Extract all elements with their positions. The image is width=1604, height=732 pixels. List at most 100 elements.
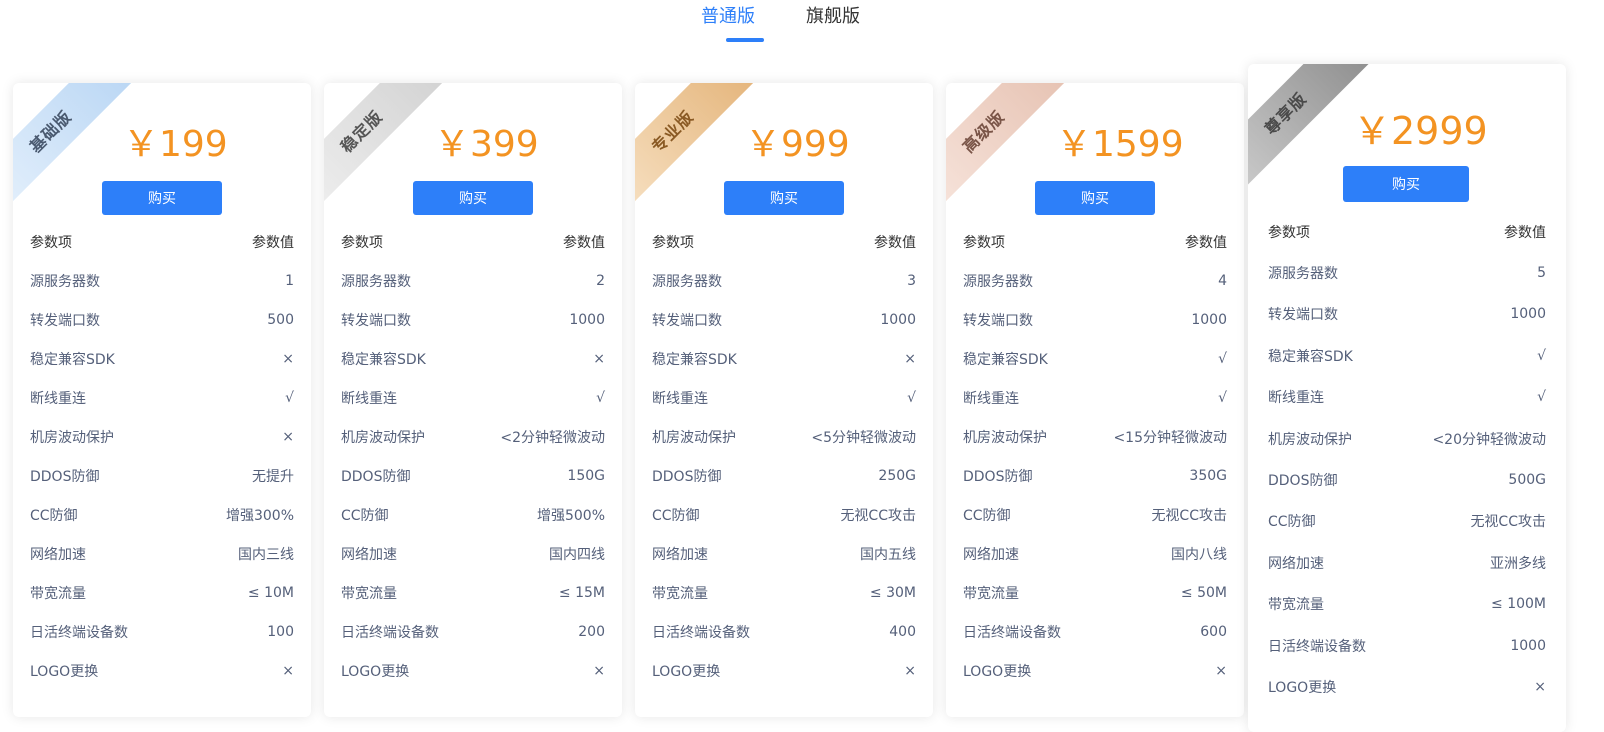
spec-row: 转发端口数 1000	[652, 300, 916, 339]
spec-row: 断线重连 √	[1268, 377, 1546, 418]
spec-table: 参数项 参数值 源服务器数 3 转发端口数 1000 稳定兼容SDK × 断线重连 √ …	[652, 222, 916, 690]
spec-row: 源服务器数 1	[30, 261, 294, 300]
spec-value: 1000	[1510, 306, 1546, 323]
spec-value: 400	[889, 623, 916, 640]
spec-row: 日活终端设备数 100	[30, 612, 294, 651]
spec-key: 日活终端设备数	[963, 624, 1061, 641]
spec-row: 网络加速 国内五线	[652, 534, 916, 573]
spec-header-key: 参数项	[1268, 224, 1310, 241]
spec-value: ×	[282, 428, 294, 445]
plan-card-basic: 基础版 ￥199 购买 参数项 参数值 源服务器数 1 转发端口数 500 稳定兼容…	[13, 83, 311, 717]
spec-key: 机房波动保护	[963, 429, 1047, 446]
spec-value: 无视CC攻击	[1151, 507, 1227, 524]
spec-key: 机房波动保护	[30, 429, 114, 446]
spec-value: 国内五线	[860, 546, 916, 563]
spec-row: 稳定兼容SDK ×	[341, 339, 605, 378]
spec-row: 断线重连 √	[652, 378, 916, 417]
plan-price: ￥399	[434, 124, 539, 165]
spec-header-key: 参数项	[652, 234, 694, 251]
spec-key: 稳定兼容SDK	[341, 351, 426, 368]
spec-header-row: 参数项 参数值	[652, 222, 916, 261]
buy-button[interactable]: 购买	[1035, 181, 1155, 215]
spec-key: LOGO更换	[1268, 679, 1337, 696]
spec-row: CC防御 增强300%	[30, 495, 294, 534]
spec-value: 3	[907, 272, 916, 289]
spec-header-row: 参数项 参数值	[341, 222, 605, 261]
spec-value: 500G	[1508, 472, 1546, 489]
spec-value: 增强300%	[225, 507, 294, 524]
spec-value: 1	[285, 272, 294, 289]
spec-key: LOGO更换	[652, 663, 721, 680]
spec-key: 稳定兼容SDK	[652, 351, 737, 368]
spec-value: 1000	[1510, 637, 1546, 654]
spec-key: 断线重连	[963, 390, 1019, 407]
spec-value: 150G	[567, 467, 605, 484]
spec-key: LOGO更换	[30, 663, 99, 680]
buy-button[interactable]: 购买	[102, 181, 222, 215]
spec-key: DDOS防御	[1268, 473, 1338, 490]
plan-card-pro: 专业版 ￥999 购买 参数项 参数值 源服务器数 3 转发端口数 1000 稳定兼…	[635, 83, 933, 717]
spec-key: 网络加速	[963, 546, 1019, 563]
spec-row: 转发端口数 1000	[341, 300, 605, 339]
spec-key: 转发端口数	[341, 312, 411, 329]
spec-row: 稳定兼容SDK ×	[652, 339, 916, 378]
spec-value: <15分钟轻微波动	[1113, 429, 1227, 446]
spec-row: CC防御 增强500%	[341, 495, 605, 534]
tab-standard[interactable]: 普通版	[701, 2, 755, 28]
spec-row: 机房波动保护 ×	[30, 417, 294, 456]
spec-row: 稳定兼容SDK √	[963, 339, 1227, 378]
spec-row: 网络加速 国内三线	[30, 534, 294, 573]
spec-row: 断线重连 √	[30, 378, 294, 417]
spec-table: 参数项 参数值 源服务器数 5 转发端口数 1000 稳定兼容SDK √ 断线重连 √ …	[1268, 211, 1546, 708]
spec-row: 机房波动保护 <20分钟轻微波动	[1268, 418, 1546, 459]
spec-value: 国内四线	[549, 546, 605, 563]
spec-key: 源服务器数	[963, 273, 1033, 290]
spec-key: CC防御	[1268, 514, 1316, 531]
spec-key: 转发端口数	[652, 312, 722, 329]
spec-row: 网络加速 国内四线	[341, 534, 605, 573]
spec-key: 机房波动保护	[341, 429, 425, 446]
spec-key: DDOS防御	[963, 468, 1033, 485]
spec-key: 源服务器数	[30, 273, 100, 290]
spec-row: 网络加速 国内八线	[963, 534, 1227, 573]
spec-value: 5	[1537, 265, 1546, 282]
spec-key: 带宽流量	[1268, 597, 1324, 614]
spec-header-key: 参数项	[30, 234, 72, 251]
spec-key: CC防御	[341, 507, 389, 524]
spec-value: <2分钟轻微波动	[500, 429, 605, 446]
spec-row: 带宽流量 ≤ 10M	[30, 573, 294, 612]
spec-value: 增强500%	[536, 507, 605, 524]
spec-value: ×	[904, 350, 916, 367]
spec-row: 带宽流量 ≤ 100M	[1268, 584, 1546, 625]
spec-key: DDOS防御	[652, 468, 722, 485]
spec-value: 100	[267, 623, 294, 640]
spec-row: 稳定兼容SDK √	[1268, 335, 1546, 376]
spec-value: 2	[596, 272, 605, 289]
spec-row: LOGO更换 ×	[652, 651, 916, 690]
spec-value: <5分钟轻微波动	[811, 429, 916, 446]
spec-key: CC防御	[963, 507, 1011, 524]
active-tab-indicator	[726, 38, 764, 42]
spec-value: ≤ 15M	[558, 584, 605, 601]
buy-button[interactable]: 购买	[413, 181, 533, 215]
spec-key: 机房波动保护	[1268, 431, 1352, 448]
spec-value: √	[1537, 347, 1546, 364]
tab-flagship[interactable]: 旗舰版	[806, 2, 860, 28]
spec-value: ×	[593, 662, 605, 679]
plan-card-stable: 稳定版 ￥399 购买 参数项 参数值 源服务器数 2 转发端口数 1000 稳定兼…	[324, 83, 622, 717]
plan-tabs: 普通版 旗舰版	[0, 0, 1604, 50]
spec-key: LOGO更换	[963, 663, 1032, 680]
spec-value: √	[1218, 350, 1227, 367]
spec-table: 参数项 参数值 源服务器数 4 转发端口数 1000 稳定兼容SDK √ 断线重连 √ …	[963, 222, 1227, 690]
spec-row: DDOS防御 250G	[652, 456, 916, 495]
spec-row: LOGO更换 ×	[30, 651, 294, 690]
spec-key: 网络加速	[341, 546, 397, 563]
spec-key: 断线重连	[1268, 390, 1324, 407]
buy-button[interactable]: 购买	[1343, 166, 1469, 202]
spec-row: 稳定兼容SDK ×	[30, 339, 294, 378]
buy-button[interactable]: 购买	[724, 181, 844, 215]
spec-key: 带宽流量	[652, 585, 708, 602]
spec-key: 网络加速	[1268, 555, 1324, 572]
spec-key: 网络加速	[30, 546, 86, 563]
spec-header-key: 参数项	[341, 234, 383, 251]
